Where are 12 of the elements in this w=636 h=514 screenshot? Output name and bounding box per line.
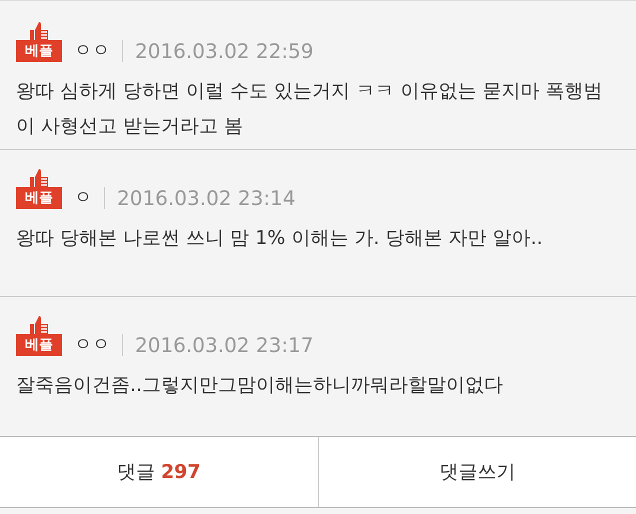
- comment-text: 왕따 심하게 당하면 이럴 수도 있는거지 ㅋㅋ 이유없는 묻지마 폭행범이 사형선고 받는거라고 봄: [16, 79, 604, 139]
- comment-text: 왕따 당해본 나로썬 쓰니 맘 1% 이해는 가. 당해본 자만 알아..: [16, 226, 544, 251]
- thumbs-up-icon: [28, 168, 50, 188]
- author-name: ㅇ: [74, 187, 92, 209]
- timestamp: 2016.03.02 23:17: [135, 334, 314, 356]
- timestamp: 2016.03.02 23:14: [117, 187, 296, 209]
- comment-text: 잘죽음이건좀..그렇지만그맘이해는하니까뭐라할말이없다: [16, 373, 504, 398]
- thumbs-up-icon: [28, 21, 50, 41]
- author-name: ㅇㅇ: [74, 40, 110, 62]
- timestamp: 2016.03.02 22:59: [135, 40, 314, 62]
- thumbs-up-icon: [28, 315, 50, 335]
- author-name: ㅇㅇ: [74, 334, 110, 356]
